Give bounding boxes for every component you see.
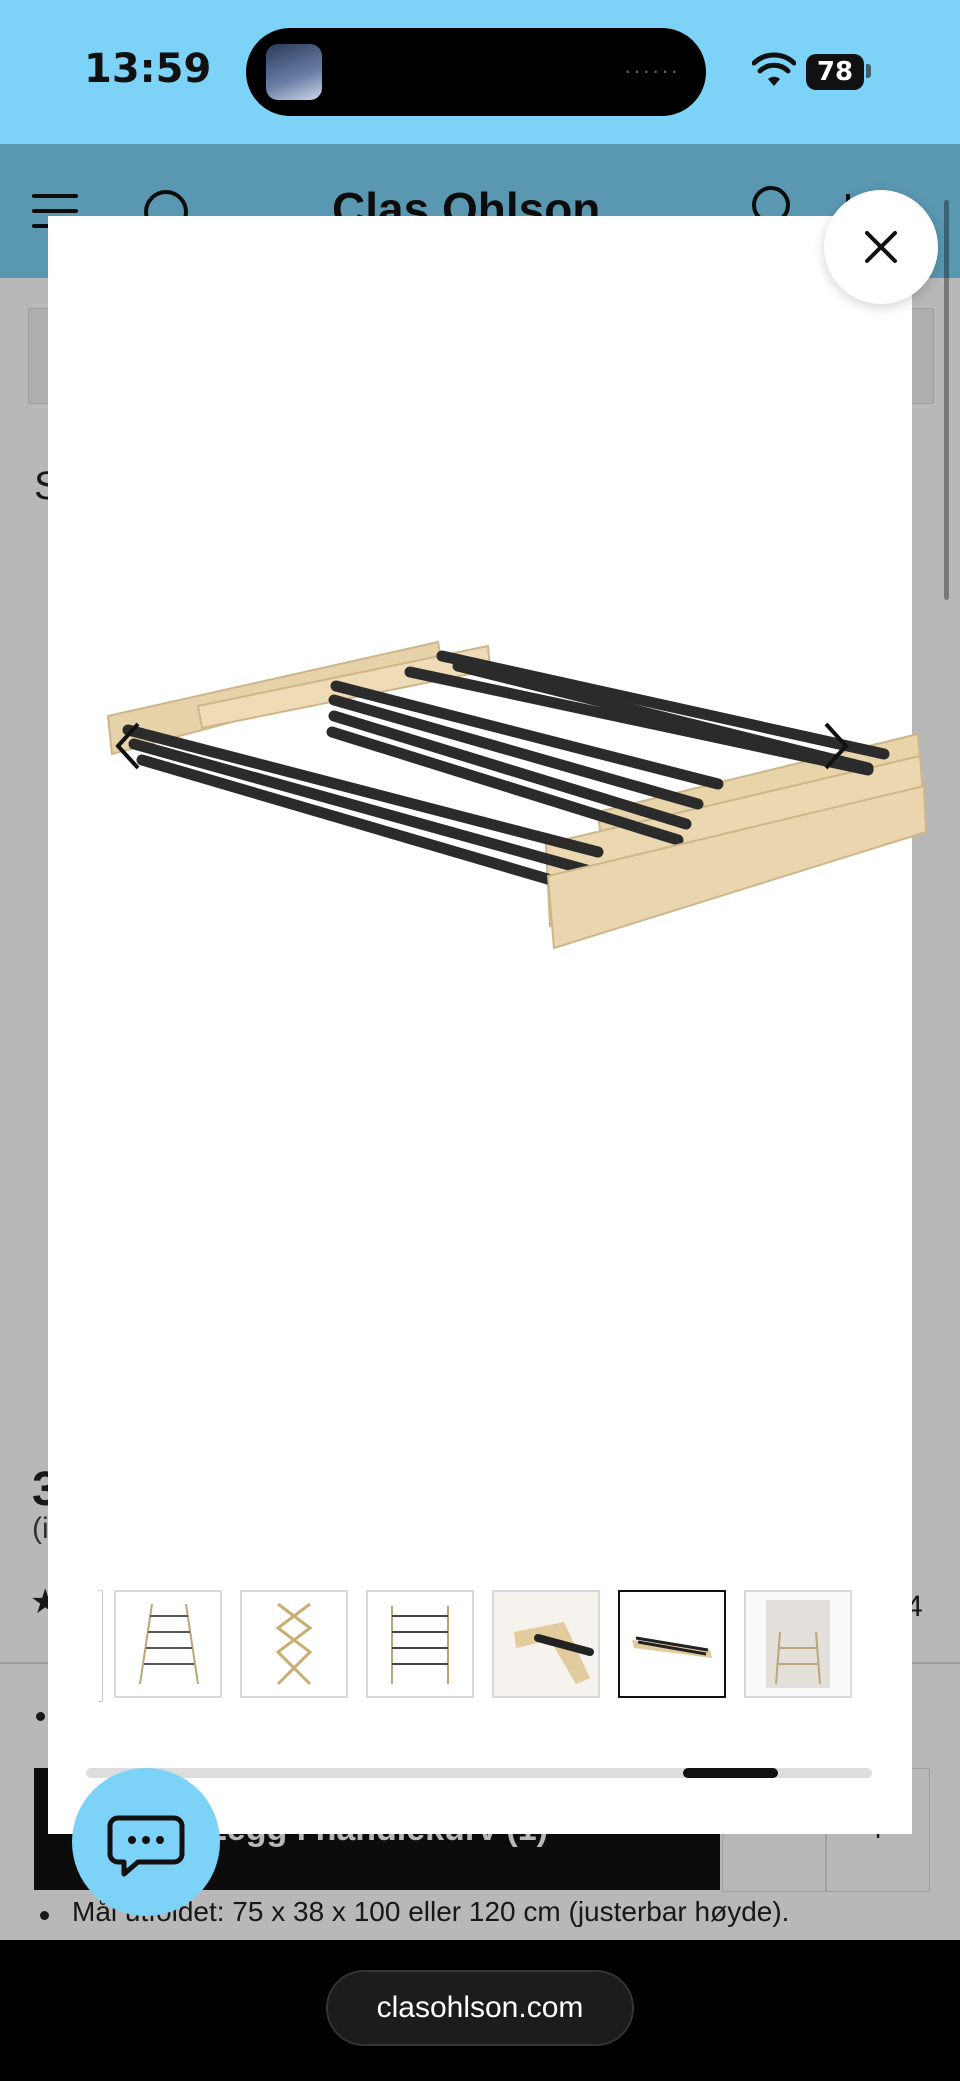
page-scrollbar[interactable] xyxy=(944,200,949,600)
wifi-icon xyxy=(752,52,796,86)
thumb-in-room xyxy=(746,1592,850,1696)
dynamic-island[interactable]: ······ xyxy=(246,28,706,116)
thumbnail-4[interactable] xyxy=(492,1590,600,1698)
now-playing-thumbnail xyxy=(266,44,322,100)
thumb-rack-x xyxy=(275,1602,313,1686)
thumbnail-1[interactable] xyxy=(114,1590,222,1698)
close-button[interactable] xyxy=(824,190,938,304)
battery-cap-icon xyxy=(866,64,871,78)
thumb-rack-tall xyxy=(139,1603,199,1685)
thumbnail-6[interactable] xyxy=(744,1590,852,1698)
image-gallery-modal xyxy=(48,216,928,1834)
thumbnail-strip[interactable] xyxy=(98,1590,910,1704)
product-image-drying-rack xyxy=(106,640,928,950)
thumbnail-5-selected[interactable] xyxy=(618,1590,726,1698)
thumbnail-partial[interactable] xyxy=(98,1590,103,1702)
status-bar: 13:59 ······ 78 xyxy=(0,0,960,144)
waveform-icon: ······ xyxy=(624,58,680,83)
thumb-joint-detail xyxy=(494,1592,598,1696)
thumbnail-3[interactable] xyxy=(366,1590,474,1698)
chat-icon xyxy=(107,1815,185,1877)
previous-image-arrow-icon[interactable] xyxy=(108,716,148,776)
thumbnail-2[interactable] xyxy=(240,1590,348,1698)
battery-indicator: 78 xyxy=(806,54,864,90)
gallery-scroll-thumb[interactable] xyxy=(683,1768,778,1778)
thumb-folded-flat xyxy=(632,1636,712,1658)
next-image-arrow-icon[interactable] xyxy=(816,716,856,776)
address-bar[interactable]: clasohlson.com xyxy=(326,1970,634,2046)
thumb-rack-front xyxy=(391,1606,449,1684)
chat-button[interactable] xyxy=(72,1768,220,1916)
browser-toolbar: clasohlson.com xyxy=(0,1940,960,2081)
close-icon xyxy=(865,231,897,263)
status-time: 13:59 xyxy=(84,46,212,92)
